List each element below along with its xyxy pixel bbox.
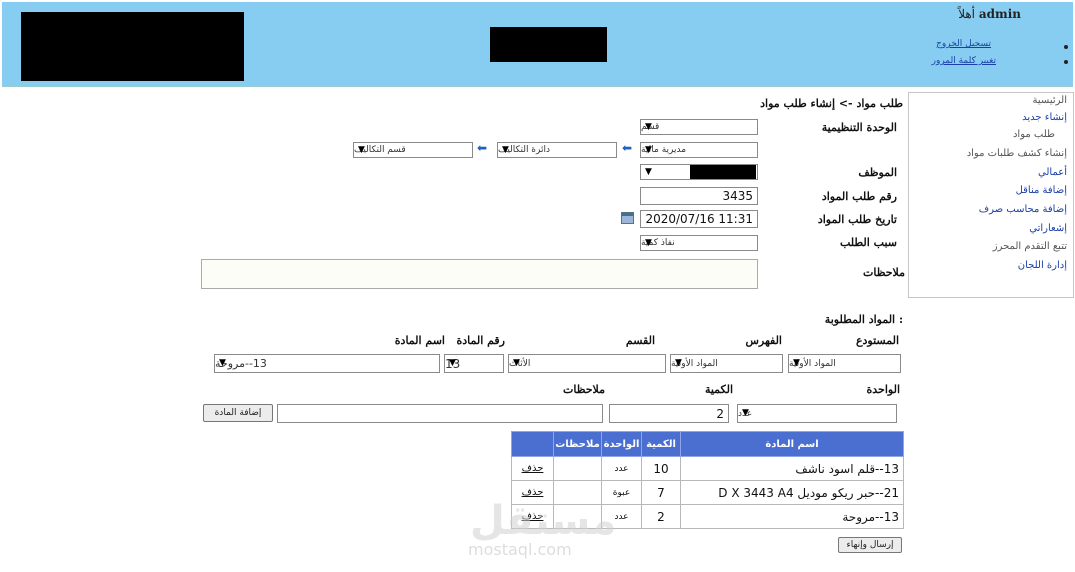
delete-link[interactable]: حذف (522, 463, 544, 474)
item-name-cell: 21--حبر ريكو موديل D X 3443 A4 (680, 480, 904, 505)
division-select[interactable]: دائرة التكاليف ▼ (497, 142, 617, 158)
request-date-input[interactable]: 2020/07/16 11:31 (640, 210, 758, 228)
redacted-employee-name (690, 165, 756, 179)
logout-link[interactable]: تسجيل الخروج (936, 39, 991, 49)
section-label: القسم (625, 334, 655, 347)
warehouse-select[interactable]: المواد الأولية ▼ (788, 354, 901, 373)
org-unit-label: الوحدة التنظيمية (821, 121, 897, 134)
item-name-select[interactable]: 13--مروحة ▼ (214, 354, 440, 373)
chevron-down-icon: ▼ (645, 167, 652, 177)
section-select[interactable]: قسم التكاليف ▼ (353, 142, 473, 158)
reason-select[interactable]: نفاذ كمية ▼ (640, 235, 758, 251)
request-number-label: رقم طلب المواد (821, 190, 897, 203)
delete-link[interactable]: حذف (522, 487, 544, 498)
chevron-down-icon: ▼ (645, 145, 652, 155)
sidebar-item-progress-tracking[interactable]: تتبع التقدم المحرز (993, 241, 1067, 252)
sidebar-menu: الرئيسية إنشاء جديد طلب مواد إنشاء كشف ط… (908, 92, 1074, 298)
reason-label: سبب الطلب (839, 236, 897, 249)
item-number-select[interactable]: 13 ▼ (444, 354, 504, 373)
notes-label: ملاحظات (863, 266, 905, 279)
item-number-label: رقم المادة (456, 334, 505, 347)
unit-select[interactable]: عدد ▼ (737, 404, 897, 423)
header-notes: ملاحظات (553, 431, 602, 457)
top-banner: أهلاً admin تسجيل الخروج تغيير كلمة المر… (2, 2, 1073, 87)
warehouse-label: المستودع (855, 334, 899, 347)
items-section-title: المواد المطلوبة : (824, 313, 903, 326)
greeting: أهلاً admin (958, 7, 1021, 21)
item-name-label: اسم المادة (394, 334, 445, 347)
notes-cell (553, 456, 602, 481)
item-notes-label: ملاحظات (563, 383, 605, 396)
watermark-arabic: مستقل (470, 498, 617, 544)
index-label: الفهرس (745, 334, 782, 347)
chevron-down-icon: ▼ (675, 358, 682, 368)
redacted-logo (21, 12, 244, 81)
directorate-select[interactable]: مديرية مالية ▼ (640, 142, 758, 158)
item-name-cell: 13--قلم اسود ناشف (680, 456, 904, 481)
chevron-down-icon: ▼ (502, 145, 509, 155)
chevron-down-icon: ▼ (793, 358, 800, 368)
chevron-down-icon: ▼ (358, 145, 365, 155)
employee-label: الموظف (858, 166, 897, 179)
username: admin (978, 7, 1021, 21)
chevron-down-icon: ▼ (219, 358, 226, 368)
header-item-name: اسم المادة (680, 431, 904, 457)
item-name-cell: 13--مروحة (680, 504, 904, 529)
sidebar-item-request-statement[interactable]: إنشاء كشف طلبات مواد (967, 148, 1067, 159)
sidebar-item-my-work[interactable]: أعمالي (1038, 167, 1067, 178)
add-item-button[interactable]: إضافة المادة (203, 404, 273, 422)
header-quantity: الكمية (641, 431, 681, 457)
table-row: حذف عدد 10 13--قلم اسود ناشف (511, 456, 904, 481)
change-password-link[interactable]: تغيير كلمة المرور (932, 56, 996, 66)
arrow-left-icon: ⬅ (477, 141, 488, 155)
breadcrumb: طلب مواد -> إنشاء طلب مواد (760, 97, 903, 110)
redacted-title (490, 27, 607, 62)
chevron-down-icon: ▼ (645, 122, 652, 132)
quantity-cell: 10 (641, 456, 681, 481)
index-select[interactable]: المواد الأولية ▼ (670, 354, 783, 373)
unit-label: الواحدة (866, 383, 900, 396)
bullet-icon (1064, 60, 1068, 64)
quantity-input[interactable]: 2 (609, 404, 729, 423)
chevron-down-icon: ▼ (645, 238, 652, 248)
notes-textarea[interactable] (201, 259, 758, 289)
arrow-left-icon: ⬅ (622, 141, 633, 155)
header-action (511, 431, 554, 457)
quantity-label: الكمية (704, 383, 733, 396)
sidebar-item-notifications[interactable]: إشعاراتي (1029, 223, 1067, 234)
calendar-icon[interactable] (621, 212, 634, 224)
unit-cell: عدد (601, 456, 642, 481)
sidebar-item-material-request[interactable]: طلب مواد (1013, 129, 1055, 140)
watermark-latin: mostaql.com (468, 540, 572, 559)
quantity-cell: 7 (641, 480, 681, 505)
delete-cell: حذف (511, 456, 554, 481)
request-number-input[interactable]: 3435 (640, 187, 758, 205)
chevron-down-icon: ▼ (513, 358, 520, 368)
chevron-down-icon: ▼ (742, 408, 749, 418)
request-date-label: تاريخ طلب المواد (817, 213, 897, 226)
sidebar-item-create-new[interactable]: إنشاء جديد (1022, 112, 1067, 123)
bullet-icon (1064, 45, 1068, 49)
table-header-row: ملاحظات الواحدة الكمية اسم المادة (511, 431, 904, 457)
quantity-cell: 2 (641, 504, 681, 529)
greeting-text: أهلاً (958, 7, 976, 21)
org-unit-select[interactable]: قسم ▼ (640, 119, 758, 135)
sidebar-item-home[interactable]: الرئيسية (1033, 95, 1067, 106)
chevron-down-icon: ▼ (449, 358, 456, 368)
item-notes-input[interactable] (277, 404, 603, 423)
sidebar-item-committees[interactable]: إدارة اللجان (1018, 260, 1067, 271)
header-unit: الواحدة (601, 431, 642, 457)
sidebar-item-add-accountant[interactable]: إضافة محاسب صرف (979, 204, 1067, 215)
submit-finish-button[interactable]: إرسال وإنهاء (838, 537, 902, 553)
sidebar-item-add-transfer[interactable]: إضافة مناقل (1016, 185, 1067, 196)
category-select[interactable]: الأثاث ▼ (508, 354, 666, 373)
